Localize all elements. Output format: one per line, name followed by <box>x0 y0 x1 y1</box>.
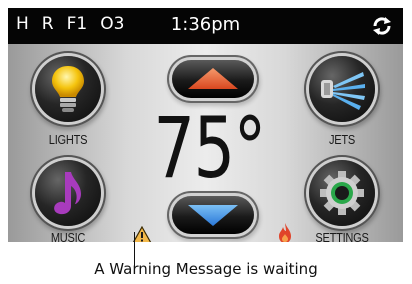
jets-icon <box>321 72 365 110</box>
settings-button[interactable] <box>309 160 375 226</box>
main-panel: LIGHTS JETS MUSIC SETTINGS 75° <box>8 44 403 242</box>
jets-label: JETS <box>328 132 356 147</box>
music-button[interactable] <box>35 160 101 226</box>
settings-label: SETTINGS <box>315 230 369 242</box>
down-arrow-icon <box>188 205 238 226</box>
temperature-display: 75° <box>153 99 266 197</box>
music-label: MUSIC <box>50 230 86 242</box>
temp-down-button[interactable] <box>172 196 254 234</box>
music-note-icon <box>54 172 81 215</box>
up-arrow-icon <box>188 68 238 89</box>
jets-button[interactable] <box>309 56 375 122</box>
lightbulb-icon <box>52 66 84 112</box>
temp-up-button[interactable] <box>172 60 254 98</box>
sync-icon[interactable] <box>371 17 393 35</box>
warning-caption: A Warning Message is waiting <box>94 260 318 278</box>
spa-control-screen: H R F1 O3 1:36pm LIGHTS JETS MUSIC SETTI… <box>8 8 403 242</box>
clock-time: 1:36pm <box>170 14 241 35</box>
flame-icon <box>279 223 291 242</box>
gear-icon <box>320 171 364 215</box>
warning-icon[interactable] <box>132 226 152 242</box>
lights-button[interactable] <box>35 56 101 122</box>
status-bar: H R F1 O3 1:36pm <box>8 8 403 44</box>
lights-label: LIGHTS <box>48 132 88 147</box>
